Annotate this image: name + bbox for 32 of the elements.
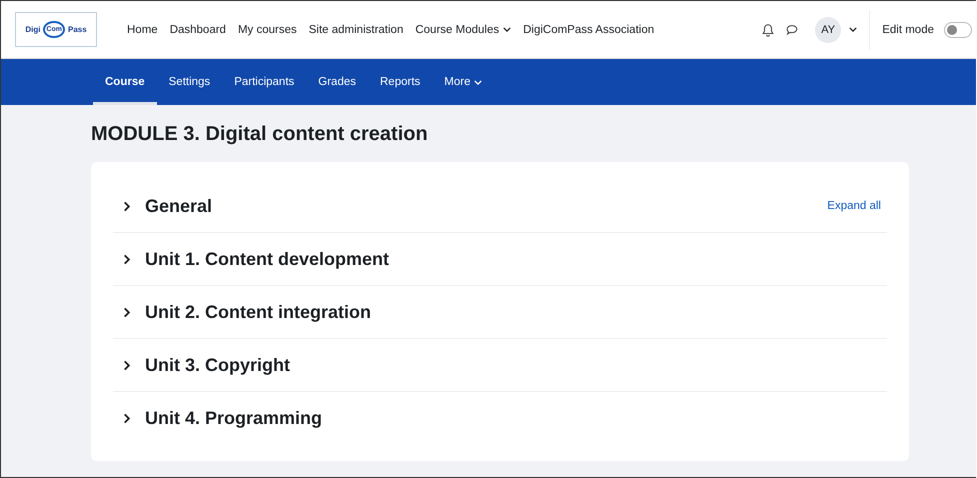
nav-link[interactable]: Home <box>127 24 158 36</box>
logo-text: Pass <box>68 25 87 34</box>
chevron-icon[interactable] <box>123 306 131 318</box>
nav-tab[interactable]: Grades <box>306 59 368 105</box>
logo-text: Digi <box>25 25 40 34</box>
nav-tab[interactable]: Reports <box>368 59 432 105</box>
chevron-icon[interactable] <box>123 412 131 424</box>
section-title[interactable]: Unit 4. Programming <box>145 408 322 428</box>
nav-link[interactable]: My courses <box>238 24 297 36</box>
nav-link[interactable]: Course Modules <box>415 24 512 36</box>
chevron-icon[interactable] <box>123 360 131 370</box>
section-title[interactable]: Unit 3. Copyright <box>145 354 290 376</box>
bell-icon[interactable] <box>761 22 776 36</box>
nav-tab[interactable]: More <box>432 59 494 105</box>
nav-link[interactable]: DigiComPass Association <box>523 24 654 36</box>
nav-link[interactable]: Dashboard <box>170 24 226 36</box>
section-title[interactable]: Unit 1. Content development <box>145 248 390 270</box>
section-title[interactable]: Unit 2. Content integration <box>145 302 371 322</box>
expand-all-link[interactable]: Expand all <box>827 200 881 212</box>
nav-tab[interactable]: Participants <box>222 59 306 105</box>
user-avatar[interactable]: AY <box>815 16 842 42</box>
nav-tab[interactable]: Course <box>93 59 157 105</box>
chevron-icon[interactable] <box>123 254 131 264</box>
edit-mode-label: Edit mode <box>882 24 934 36</box>
nav-tab[interactable]: Settings <box>156 59 222 105</box>
page-title: MODULE 3. Digital content creation <box>91 123 429 146</box>
caret-icon[interactable] <box>849 27 858 32</box>
chevron-icon[interactable] <box>123 200 131 212</box>
section-title[interactable]: General <box>145 196 212 216</box>
nav-link[interactable]: Site administration <box>308 24 404 36</box>
chat-icon[interactable] <box>785 22 800 36</box>
edit-mode-toggle[interactable] <box>944 22 972 38</box>
